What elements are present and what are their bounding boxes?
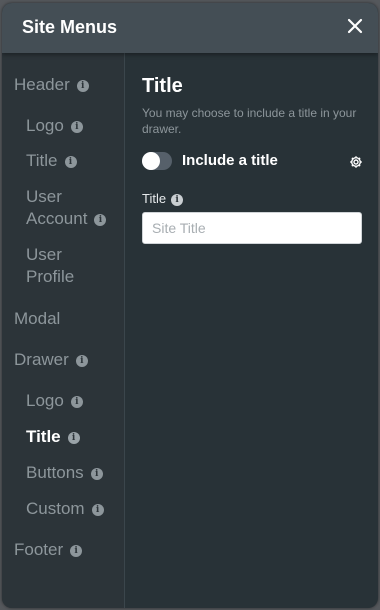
info-icon[interactable]: i <box>64 156 77 168</box>
sidebar-item-header-title[interactable]: Title i <box>26 150 77 172</box>
sidebar-item-footer[interactable]: Footer i <box>14 539 83 561</box>
sidebar-item-label: Modal <box>14 309 61 328</box>
info-icon[interactable]: i <box>94 214 107 226</box>
sidebar-item-drawer-logo[interactable]: Logo i <box>26 390 83 412</box>
sidebar-item-header-logo[interactable]: Logo i <box>26 115 83 137</box>
sidebar-item-label: User Profile <box>26 245 75 286</box>
sidebar-item-drawer-buttons[interactable]: Buttons i <box>26 462 103 484</box>
info-icon[interactable]: i <box>70 121 83 133</box>
sidebar-item-label: Header <box>14 75 70 94</box>
site-menus-modal: Site Menus Header i Logo i Title i User Acc… <box>2 3 378 608</box>
sidebar-item-drawer-custom[interactable]: Custom i <box>26 498 104 520</box>
modal-title: Site Menus <box>22 17 118 37</box>
section-title: Title <box>142 75 183 97</box>
sidebar-item-label: Drawer <box>14 350 69 369</box>
info-icon[interactable]: i <box>91 504 104 516</box>
sidebar-item-label: Logo <box>26 391 64 410</box>
gear-icon[interactable] <box>349 155 363 169</box>
sidebar-item-header[interactable]: Header i <box>14 74 89 96</box>
sidebar-item-label: Footer <box>14 540 64 559</box>
info-icon[interactable]: i <box>90 468 103 480</box>
info-icon[interactable]: i <box>75 355 88 367</box>
info-icon[interactable]: i <box>171 194 184 206</box>
modal-header: Site Menus <box>2 3 378 53</box>
sidebar-item-label: Buttons <box>26 463 84 482</box>
settings-content: Title You may choose to include a title … <box>125 53 378 608</box>
sidebar-item-label: User Account <box>26 187 88 228</box>
close-icon[interactable] <box>344 15 366 37</box>
sidebar-item-user-account[interactable]: User Account i <box>26 186 116 230</box>
toggle-knob <box>142 152 160 170</box>
sidebar-item-user-profile[interactable]: User Profile <box>26 244 86 288</box>
info-icon[interactable]: i <box>70 545 83 557</box>
sidebar-item-modal[interactable]: Modal <box>14 308 60 330</box>
title-field-label: Title i <box>142 191 184 206</box>
section-description: You may choose to include a title in you… <box>142 106 357 136</box>
sidebar-nav: Header i Logo i Title i User Account i User … <box>2 53 125 608</box>
sidebar-item-drawer-title[interactable]: Title i <box>26 426 80 448</box>
sidebar-item-label: Title <box>26 427 61 446</box>
sidebar-item-label: Logo <box>26 116 64 135</box>
include-title-label: Include a title <box>182 152 278 169</box>
sidebar-item-label: Custom <box>26 499 85 518</box>
info-icon[interactable]: i <box>70 396 83 408</box>
info-icon[interactable]: i <box>67 432 80 444</box>
field-label-text: Title <box>142 191 167 206</box>
info-icon[interactable]: i <box>76 80 89 92</box>
include-title-toggle[interactable] <box>142 152 172 170</box>
sidebar-item-label: Title <box>26 151 58 170</box>
sidebar-item-drawer[interactable]: Drawer i <box>14 349 88 371</box>
site-title-input[interactable] <box>142 212 362 244</box>
